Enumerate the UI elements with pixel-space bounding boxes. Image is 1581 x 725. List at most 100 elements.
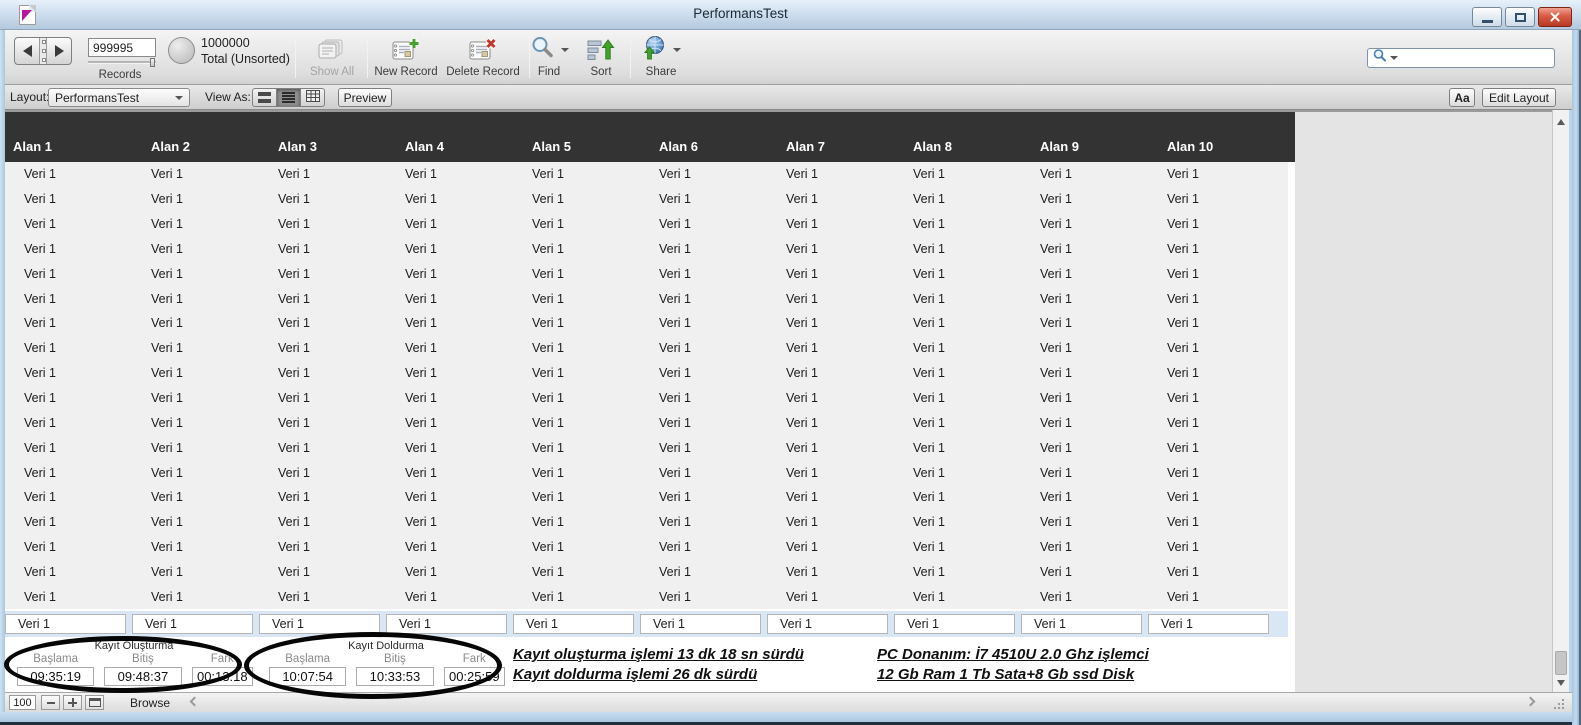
table-cell[interactable]: Veri 1 (894, 490, 1021, 504)
table-cell[interactable]: Veri 1 (640, 515, 767, 529)
table-cell[interactable]: Veri 1 (1021, 565, 1148, 579)
table-cell[interactable]: Veri 1 (640, 316, 767, 330)
table-cell[interactable]: Veri 1 (259, 341, 386, 355)
table-cell[interactable]: Veri 1 (513, 292, 640, 306)
search-scope-dropdown-icon[interactable] (1390, 56, 1398, 60)
table-cell[interactable]: Veri 1 (386, 217, 513, 231)
table-cell[interactable]: Veri 1 (640, 441, 767, 455)
scroll-up-button[interactable] (1553, 114, 1569, 129)
table-cell[interactable]: Veri 1 (513, 192, 640, 206)
table-cell[interactable]: Veri 1 (386, 515, 513, 529)
table-cell[interactable]: Veri 1 (386, 466, 513, 480)
table-cell[interactable]: Veri 1 (5, 391, 132, 405)
table-cell[interactable]: Veri 1 (259, 167, 386, 181)
table-cell[interactable]: Veri 1 (767, 515, 894, 529)
find-dropdown-icon[interactable] (560, 48, 569, 52)
table-cell[interactable]: Veri 1 (259, 441, 386, 455)
table-cell[interactable]: Veri 1 (513, 366, 640, 380)
table-cell[interactable]: Veri 1 (386, 267, 513, 281)
active-record-field[interactable]: Veri 1 (132, 614, 253, 635)
table-cell[interactable]: Veri 1 (1148, 391, 1275, 405)
table-cell[interactable]: Veri 1 (132, 242, 259, 256)
table-cell[interactable]: Veri 1 (1148, 192, 1275, 206)
new-record-button[interactable]: New Record (371, 36, 441, 82)
layout-selector[interactable]: PerformansTest (48, 88, 190, 107)
table-cell[interactable]: Veri 1 (1148, 590, 1275, 604)
table-cell[interactable]: Veri 1 (894, 292, 1021, 306)
table-cell[interactable]: Veri 1 (5, 192, 132, 206)
table-cell[interactable]: Veri 1 (5, 490, 132, 504)
active-record-field[interactable]: Veri 1 (386, 614, 507, 635)
collapse-left-icon[interactable] (189, 696, 200, 707)
find-button[interactable]: Find (528, 36, 570, 82)
table-cell[interactable]: Veri 1 (5, 242, 132, 256)
table-cell[interactable]: Veri 1 (1148, 540, 1275, 554)
table-cell[interactable]: Veri 1 (767, 192, 894, 206)
table-cell[interactable]: Veri 1 (767, 416, 894, 430)
table-cell[interactable]: Veri 1 (767, 292, 894, 306)
table-cell[interactable]: Veri 1 (259, 192, 386, 206)
table-cell[interactable]: Veri 1 (259, 292, 386, 306)
close-button[interactable] (1538, 7, 1572, 27)
table-cell[interactable]: Veri 1 (640, 292, 767, 306)
table-cell[interactable]: Veri 1 (1148, 515, 1275, 529)
table-cell[interactable]: Veri 1 (513, 540, 640, 554)
table-cell[interactable]: Veri 1 (1021, 590, 1148, 604)
table-cell[interactable]: Veri 1 (513, 590, 640, 604)
active-record-field[interactable]: Veri 1 (894, 614, 1015, 635)
table-cell[interactable]: Veri 1 (1021, 217, 1148, 231)
active-record-field[interactable]: Veri 1 (5, 614, 126, 635)
sort-button[interactable]: Sort (580, 36, 622, 82)
table-cell[interactable]: Veri 1 (132, 217, 259, 231)
timing-field-value[interactable]: 10:33:53 (356, 667, 434, 687)
table-cell[interactable]: Veri 1 (894, 242, 1021, 256)
table-cell[interactable]: Veri 1 (513, 341, 640, 355)
table-cell[interactable]: Veri 1 (894, 590, 1021, 604)
timing-field-value[interactable]: 10:07:54 (269, 667, 347, 687)
table-cell[interactable]: Veri 1 (640, 217, 767, 231)
table-cell[interactable]: Veri 1 (386, 391, 513, 405)
table-cell[interactable]: Veri 1 (5, 416, 132, 430)
table-cell[interactable]: Veri 1 (386, 490, 513, 504)
table-cell[interactable]: Veri 1 (894, 217, 1021, 231)
table-cell[interactable]: Veri 1 (513, 515, 640, 529)
table-cell[interactable]: Veri 1 (132, 416, 259, 430)
status-toolbar-toggle-button[interactable] (85, 695, 104, 710)
view-as-list-button[interactable] (276, 88, 301, 107)
table-cell[interactable]: Veri 1 (513, 441, 640, 455)
table-cell[interactable]: Veri 1 (767, 490, 894, 504)
table-cell[interactable]: Veri 1 (1148, 292, 1275, 306)
table-cell[interactable]: Veri 1 (259, 267, 386, 281)
table-cell[interactable]: Veri 1 (894, 565, 1021, 579)
formatting-bar-toggle-button[interactable]: Aa (1449, 88, 1475, 107)
timing-field-value[interactable]: 00:13:18 (191, 667, 253, 687)
table-cell[interactable]: Veri 1 (386, 590, 513, 604)
table-cell[interactable]: Veri 1 (1021, 242, 1148, 256)
table-cell[interactable]: Veri 1 (1148, 267, 1275, 281)
table-cell[interactable]: Veri 1 (767, 217, 894, 231)
table-cell[interactable]: Veri 1 (513, 391, 640, 405)
table-cell[interactable]: Veri 1 (132, 466, 259, 480)
table-cell[interactable]: Veri 1 (513, 242, 640, 256)
minimize-button[interactable] (1472, 7, 1502, 27)
table-cell[interactable]: Veri 1 (894, 391, 1021, 405)
table-cell[interactable]: Veri 1 (1021, 366, 1148, 380)
table-cell[interactable]: Veri 1 (767, 466, 894, 480)
table-cell[interactable]: Veri 1 (259, 391, 386, 405)
table-cell[interactable]: Veri 1 (767, 267, 894, 281)
table-cell[interactable]: Veri 1 (1148, 316, 1275, 330)
active-record-field[interactable]: Veri 1 (1148, 614, 1269, 635)
table-cell[interactable]: Veri 1 (640, 466, 767, 480)
table-cell[interactable]: Veri 1 (513, 416, 640, 430)
table-cell[interactable]: Veri 1 (894, 316, 1021, 330)
table-cell[interactable]: Veri 1 (894, 167, 1021, 181)
table-cell[interactable]: Veri 1 (386, 167, 513, 181)
expand-right-icon[interactable] (1525, 696, 1536, 707)
active-record-field[interactable]: Veri 1 (640, 614, 761, 635)
table-cell[interactable]: Veri 1 (894, 267, 1021, 281)
table-cell[interactable]: Veri 1 (513, 565, 640, 579)
table-cell[interactable]: Veri 1 (259, 540, 386, 554)
table-cell[interactable]: Veri 1 (5, 366, 132, 380)
table-cell[interactable]: Veri 1 (1148, 416, 1275, 430)
table-cell[interactable]: Veri 1 (894, 341, 1021, 355)
